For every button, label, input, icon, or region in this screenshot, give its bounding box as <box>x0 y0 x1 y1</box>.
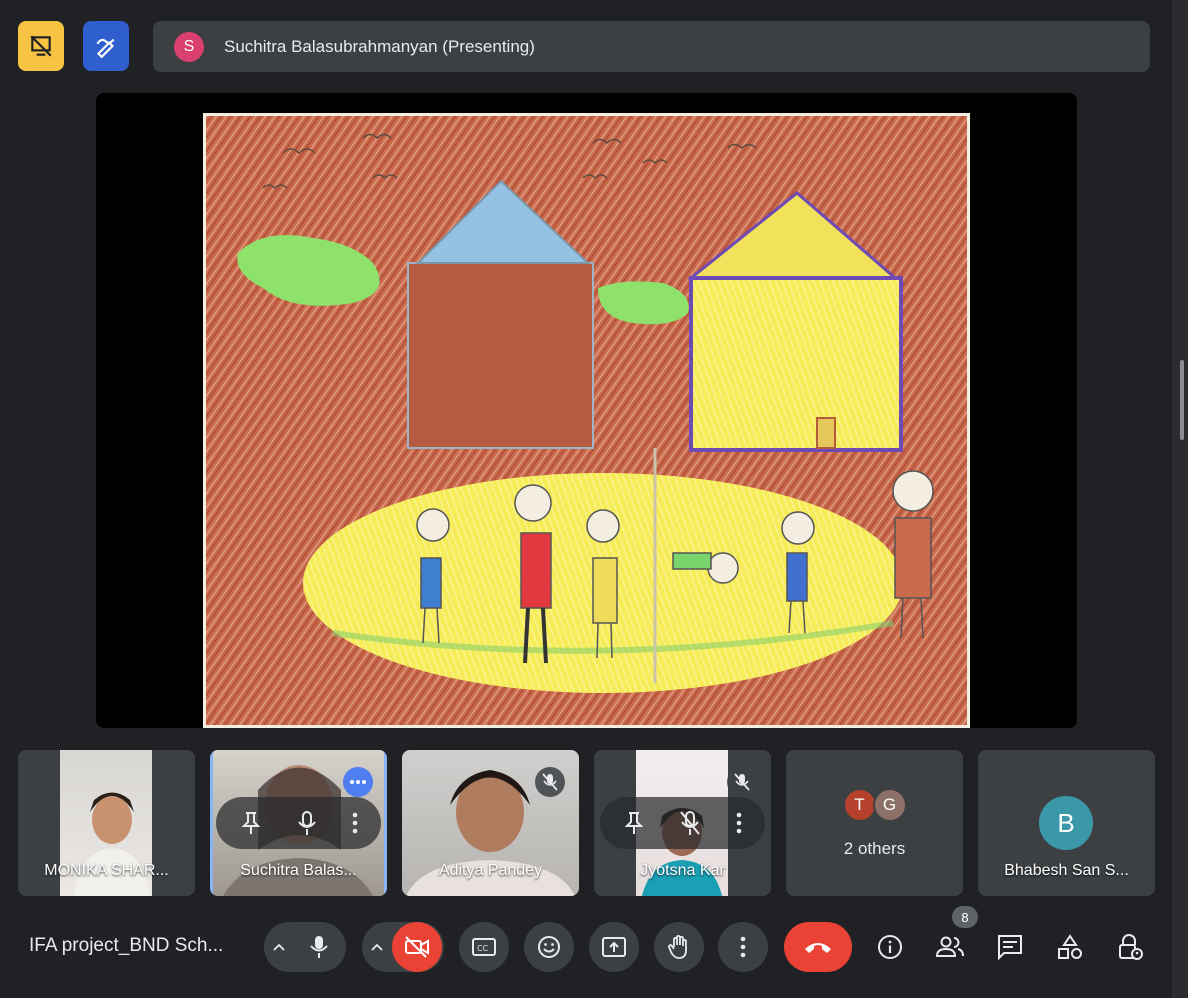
chat-icon <box>998 935 1022 960</box>
leave-call-button[interactable] <box>784 922 852 972</box>
people-button[interactable] <box>928 925 972 969</box>
more-options-button[interactable] <box>718 922 768 972</box>
presentation-off-icon <box>30 35 52 57</box>
tile-hover-controls <box>216 797 381 849</box>
microphone-button[interactable] <box>294 922 344 972</box>
chat-button[interactable] <box>988 925 1032 969</box>
info-icon <box>878 935 902 959</box>
microphone-control <box>264 922 346 972</box>
hand-icon <box>668 935 687 959</box>
pin-icon[interactable] <box>240 811 262 835</box>
microphone-icon[interactable] <box>297 810 317 836</box>
participant-count-badge: 8 <box>952 906 978 928</box>
avatar: G <box>872 788 907 822</box>
avatar: T <box>842 788 877 822</box>
people-icon <box>935 936 964 957</box>
participant-name: MONIKA SHAR... <box>44 862 169 879</box>
participant-name: Bhabesh San S... <box>1004 862 1129 879</box>
captions-button[interactable]: CC <box>459 922 509 972</box>
presenter-avatar: S <box>174 31 204 62</box>
mic-off-icon <box>734 773 750 791</box>
reactions-button[interactable] <box>524 922 574 972</box>
camera-button[interactable] <box>392 922 442 972</box>
others-tile[interactable]: T G 2 others <box>786 750 963 896</box>
more-options-button[interactable] <box>343 767 373 797</box>
participant-tile-aditya[interactable]: Aditya Pandey <box>402 750 579 896</box>
avatar: B <box>1039 796 1093 850</box>
muted-indicator <box>727 767 757 797</box>
emoji-icon <box>538 936 560 958</box>
scrollbar-thumb[interactable] <box>1180 360 1184 440</box>
presenter-banner: S Suchitra Balasubrahmanyan (Presenting) <box>153 21 1150 72</box>
more-horizontal-icon <box>350 780 366 784</box>
annotate-button[interactable] <box>83 21 129 71</box>
presentation-stage <box>96 93 1077 728</box>
present-screen-button[interactable] <box>589 922 639 972</box>
participant-tile-bhabesh[interactable]: B Bhabesh San S... <box>978 750 1155 896</box>
lock-person-icon <box>1119 934 1143 960</box>
closed-captions-icon: CC <box>472 938 496 956</box>
muted-indicator <box>535 767 565 797</box>
more-vertical-icon[interactable] <box>352 812 358 834</box>
present-icon <box>602 937 626 957</box>
mic-off-icon <box>542 773 558 791</box>
activities-button[interactable] <box>1048 925 1092 969</box>
host-controls-button[interactable] <box>1108 925 1152 969</box>
participant-tile-suchitra[interactable]: Suchitra Balas... <box>210 750 387 896</box>
participant-name: Aditya Pandey <box>438 862 543 879</box>
presenter-label: Suchitra Balasubrahmanyan (Presenting) <box>224 36 535 56</box>
raise-hand-button[interactable] <box>654 922 704 972</box>
tile-hover-controls <box>600 797 765 849</box>
more-vertical-icon <box>740 936 746 958</box>
pen-icon <box>96 38 115 59</box>
meeting-title: IFA project_BND Sch... <box>29 935 224 956</box>
chevron-up-icon <box>371 943 383 951</box>
hide-self-view-button[interactable] <box>18 21 64 71</box>
shapes-icon <box>1058 934 1082 959</box>
svg-text:CC: CC <box>477 944 489 953</box>
more-vertical-icon[interactable] <box>736 812 742 834</box>
participant-tile-jyotsna[interactable]: Jyotsna Kar <box>594 750 771 896</box>
chevron-up-icon <box>273 943 285 951</box>
hang-up-icon <box>805 943 831 953</box>
microphone-icon <box>310 936 328 958</box>
meeting-details-button[interactable] <box>868 925 912 969</box>
others-label: 2 others <box>843 839 906 858</box>
camera-off-icon <box>405 936 429 958</box>
video-settings-button[interactable] <box>362 943 392 951</box>
audio-settings-button[interactable] <box>264 943 294 951</box>
participant-name: Suchitra Balas... <box>240 862 357 879</box>
camera-control <box>362 922 444 972</box>
pin-icon[interactable] <box>623 811 645 835</box>
participant-tile-monika[interactable]: MONIKA SHAR... <box>18 750 195 896</box>
mic-off-icon[interactable] <box>679 810 701 836</box>
side-panel-rail <box>1172 0 1188 998</box>
participant-name: Jyotsna Kar <box>640 862 725 879</box>
others-avatar-stack: T G <box>786 788 963 822</box>
shared-drawing <box>203 113 970 728</box>
